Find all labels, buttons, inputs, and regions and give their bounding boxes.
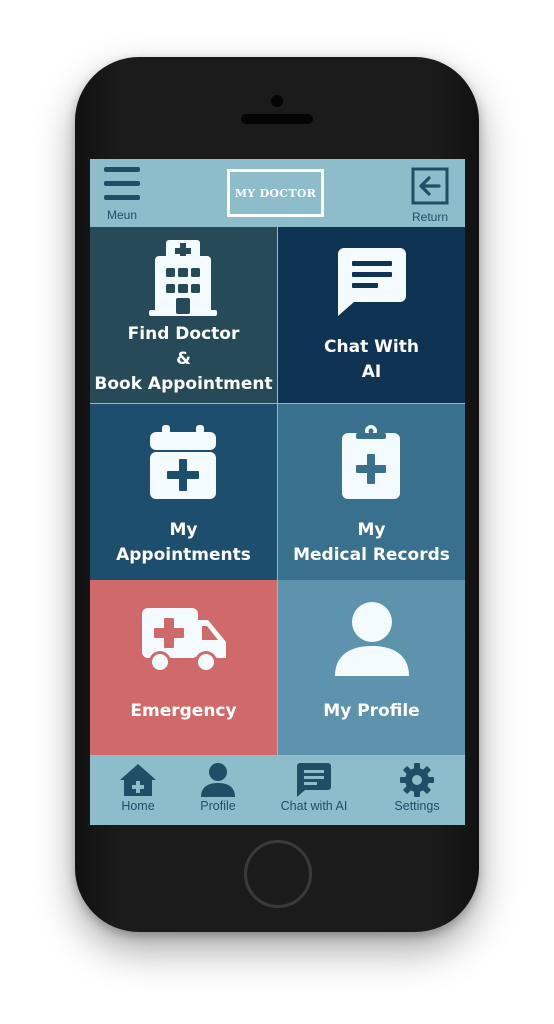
return-button[interactable]: Return bbox=[406, 167, 454, 225]
medical-records-tile[interactable]: My Medical Records bbox=[278, 404, 465, 580]
emergency-label: Emergency bbox=[130, 701, 237, 721]
return-arrow-icon bbox=[411, 167, 449, 205]
user-icon bbox=[201, 763, 235, 797]
app-logo: MY DOCTOR bbox=[227, 169, 324, 217]
gear-icon bbox=[400, 763, 434, 797]
bottom-navigation: Home Profile Chat with AI Settings bbox=[90, 755, 465, 825]
menu-button[interactable]: Meun bbox=[102, 165, 144, 225]
my-appointments-label: My Appointments bbox=[116, 520, 251, 565]
front-camera bbox=[271, 95, 283, 107]
top-bar: Meun MY DOCTOR Return bbox=[90, 159, 465, 227]
home-hardware-button[interactable] bbox=[244, 840, 312, 908]
user-icon bbox=[335, 602, 409, 676]
menu-grid: Find Doctor & Book Appointment Chat With… bbox=[90, 227, 465, 756]
chat-with-ai-tile[interactable]: Chat With AI bbox=[278, 227, 465, 403]
chat-icon bbox=[297, 763, 331, 797]
hospital-icon bbox=[149, 240, 217, 316]
medical-records-label: My Medical Records bbox=[293, 520, 450, 565]
find-doctor-label: Find Doctor & Book Appointment bbox=[94, 324, 273, 394]
my-profile-label: My Profile bbox=[323, 701, 420, 721]
nav-chat-label: Chat with AI bbox=[280, 799, 348, 813]
return-label: Return bbox=[411, 210, 449, 224]
clipboard-medical-icon bbox=[342, 425, 400, 499]
earpiece-speaker bbox=[241, 114, 313, 124]
nav-profile-label: Profile bbox=[200, 799, 236, 813]
nav-chat-with-ai[interactable]: Chat with AI bbox=[274, 755, 354, 825]
nav-home-label: Home bbox=[121, 799, 155, 813]
app-screen: Meun MY DOCTOR Return Find Doctor & Book… bbox=[90, 159, 465, 825]
chat-with-ai-label: Chat With AI bbox=[324, 337, 419, 382]
my-profile-tile[interactable]: My Profile bbox=[278, 580, 465, 756]
ambulance-icon bbox=[142, 608, 226, 673]
chat-message-icon bbox=[338, 248, 406, 316]
menu-label: Meun bbox=[106, 208, 138, 222]
nav-profile[interactable]: Profile bbox=[192, 755, 244, 825]
my-appointments-tile[interactable]: My Appointments bbox=[90, 404, 277, 580]
emergency-tile[interactable]: Emergency bbox=[90, 580, 277, 756]
home-icon bbox=[120, 764, 156, 796]
nav-settings-label: Settings bbox=[394, 799, 440, 813]
nav-settings[interactable]: Settings bbox=[388, 755, 446, 825]
nav-home[interactable]: Home bbox=[112, 755, 164, 825]
logo-text: MY DOCTOR bbox=[234, 186, 317, 200]
calendar-plus-icon bbox=[150, 425, 216, 499]
find-doctor-tile[interactable]: Find Doctor & Book Appointment bbox=[90, 227, 277, 403]
